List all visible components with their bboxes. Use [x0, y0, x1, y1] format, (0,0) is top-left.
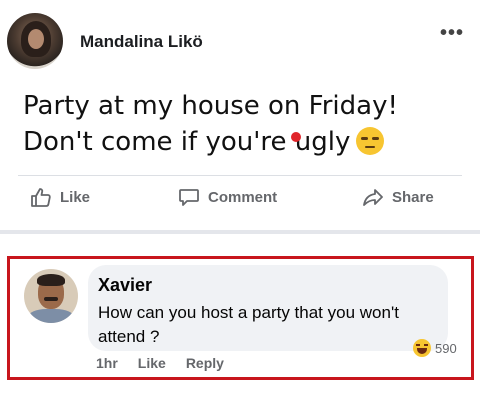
- more-horizontal-icon[interactable]: •••: [440, 23, 464, 43]
- commenter-name[interactable]: Xavier: [98, 275, 152, 296]
- post-text-line-2-content: Don't come if you're ugly: [23, 127, 351, 157]
- comment-button[interactable]: Comment: [178, 187, 277, 207]
- share-label: Share: [392, 188, 434, 206]
- avatar-mustache: [44, 297, 58, 301]
- comment-reaction[interactable]: 590: [413, 339, 457, 357]
- like-button[interactable]: Like: [30, 187, 90, 207]
- comment-reply-link[interactable]: Reply: [186, 355, 224, 371]
- actions-divider: [18, 175, 462, 176]
- share-icon: [363, 189, 383, 206]
- post-text-line-1: Party at my house on Friday!: [23, 91, 398, 121]
- thumbs-up-icon: [31, 188, 51, 207]
- avatar-hair: [37, 274, 65, 286]
- like-label: Like: [60, 188, 91, 206]
- avatar-shirt: [28, 309, 74, 323]
- post-text-line-2: Don't come if you're ugly: [23, 124, 398, 160]
- unamused-face-emoji-icon: [356, 127, 385, 155]
- comment-icon: [179, 189, 199, 206]
- reaction-count: 590: [435, 340, 457, 356]
- post-author-name[interactable]: Mandalina Likö: [80, 32, 203, 52]
- share-button[interactable]: Share: [362, 187, 434, 207]
- commenter-avatar[interactable]: [24, 269, 78, 323]
- highlighted-comment: Xavier How can you host a party that you…: [7, 256, 474, 380]
- comment-meta: 1hr Like Reply: [96, 355, 224, 371]
- section-divider: [0, 230, 480, 234]
- post-card: Mandalina Likö ••• Party at my house on …: [0, 0, 480, 228]
- haha-icon: [413, 339, 431, 357]
- red-dot-mark: [291, 132, 301, 142]
- comment-label: Comment: [208, 188, 278, 206]
- comment-time[interactable]: 1hr: [96, 355, 118, 371]
- comment-text: How can you host a party that you won't …: [98, 303, 399, 346]
- author-avatar[interactable]: [7, 13, 63, 69]
- avatar-face: [28, 29, 44, 49]
- post-text: Party at my house on Friday! Don't come …: [23, 88, 398, 160]
- comment-like-link[interactable]: Like: [138, 355, 166, 371]
